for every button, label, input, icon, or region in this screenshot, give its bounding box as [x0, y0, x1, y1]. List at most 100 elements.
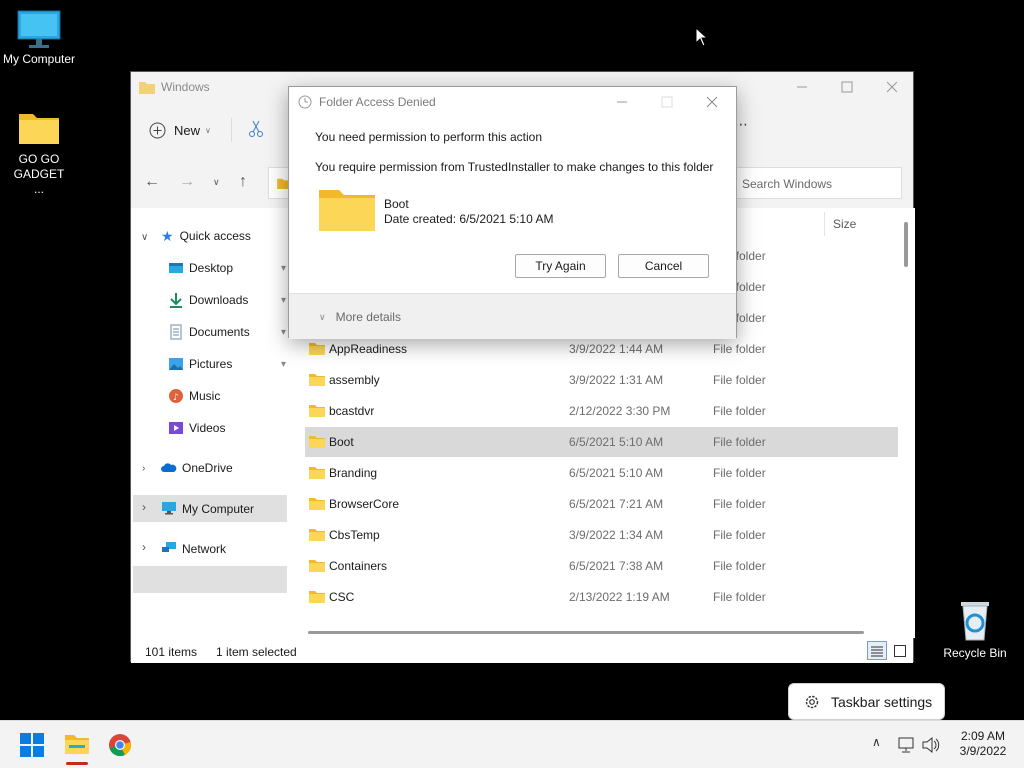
network-icon[interactable] [898, 737, 916, 753]
network-icon [162, 542, 176, 552]
system-clock[interactable]: 2:09 AM 3/9/2022 [950, 729, 1016, 759]
star-icon: ★ [161, 227, 174, 244]
table-row-selected[interactable]: Boot 6/5/2021 5:10 AM File folder [305, 427, 898, 457]
sidebar-item-pictures[interactable]: Pictures ▾ [168, 351, 286, 377]
file-name: AppReadiness [329, 342, 408, 356]
file-date: 6/5/2021 5:10 AM [569, 435, 664, 449]
table-row[interactable]: assembly 3/9/2022 1:31 AM File folder [305, 365, 898, 395]
clock-icon [298, 95, 312, 109]
sidebar-item-label: Desktop [189, 261, 234, 275]
pin-icon[interactable]: ▾ [281, 327, 286, 338]
taskbar-settings-menu-item[interactable]: Taskbar settings [788, 683, 945, 720]
table-row[interactable]: BrowserCore 6/5/2021 7:21 AM File folder [305, 489, 898, 519]
dialog-message-2: You require permission from TrustedInsta… [315, 160, 714, 174]
more-details-label: More details [335, 310, 401, 324]
more-details-toggle[interactable]: ∨ More details [319, 310, 401, 324]
chrome-icon[interactable] [108, 733, 132, 757]
sidebar-item-label: Documents [189, 325, 250, 339]
sidebar-item-label: OneDrive [182, 461, 233, 475]
table-row[interactable]: bcastdvr 2/12/2022 3:30 PM File folder [305, 396, 898, 426]
new-button[interactable]: New ∨ [149, 120, 211, 140]
details-view-icon [871, 646, 883, 657]
minimize-button[interactable] [779, 72, 825, 102]
recent-locations-icon[interactable]: ∨ [213, 172, 220, 192]
horizontal-scrollbar[interactable] [308, 631, 864, 634]
new-label: New [174, 122, 201, 138]
windows-start-icon[interactable] [20, 733, 44, 757]
folder-icon [309, 498, 325, 510]
navigation-pane: ∨ ★ Quick access Desktop ▾ Downloads ▾ D… [131, 208, 291, 638]
pin-icon[interactable]: ▾ [281, 295, 286, 306]
dialog-footer: ∨ More details [289, 293, 736, 339]
sidebar-item-videos[interactable]: Videos [168, 415, 225, 441]
dialog-title: Folder Access Denied [319, 95, 436, 109]
download-icon [170, 293, 182, 308]
volume-icon[interactable] [922, 737, 940, 753]
file-type: File folder [713, 373, 766, 387]
sidebar-item-desktop[interactable]: Desktop ▾ [168, 255, 286, 281]
chevron-right-icon[interactable]: › [142, 463, 145, 474]
details-view-button[interactable] [867, 641, 887, 660]
table-row[interactable]: Containers 6/5/2021 7:38 AM File folder [305, 551, 898, 581]
cut-icon[interactable] [248, 120, 264, 138]
file-type: File folder [713, 404, 766, 418]
sidebar-item-label: Videos [189, 421, 226, 435]
pin-icon[interactable]: ▾ [281, 263, 286, 274]
chevron-up-icon[interactable]: ∧ [872, 735, 881, 749]
column-header-size[interactable]: Size [833, 217, 856, 231]
desktop-icon-my-computer[interactable]: My Computer [0, 10, 78, 67]
item-count: 101 items [145, 645, 198, 659]
sidebar-item-downloads[interactable]: Downloads ▾ [168, 287, 286, 313]
file-name: Branding [329, 466, 378, 480]
taskbar-file-explorer[interactable] [62, 729, 92, 765]
pictures-icon [169, 358, 183, 370]
file-date: 6/5/2021 7:21 AM [569, 497, 664, 511]
folder-icon [309, 436, 325, 448]
dialog-minimize-button[interactable] [599, 87, 645, 117]
file-date: 3/9/2022 1:34 AM [569, 528, 664, 542]
cancel-button[interactable]: Cancel [618, 254, 709, 278]
sidebar-item-onedrive[interactable]: OneDrive [161, 455, 233, 481]
dialog-maximize-button[interactable] [644, 87, 690, 117]
folder-icon [19, 114, 59, 144]
back-icon[interactable]: ← [144, 172, 160, 192]
sidebar-item-label: Music [189, 389, 221, 403]
dialog-close-button[interactable] [689, 87, 735, 117]
desktop-icon [169, 263, 183, 273]
sidebar-item-documents[interactable]: Documents ▾ [168, 319, 286, 345]
chevron-down-icon[interactable]: ∨ [141, 232, 148, 243]
sidebar-item-my-computer[interactable]: › My Computer [133, 495, 287, 522]
close-button[interactable] [869, 72, 915, 102]
dialog-folder-date: Date created: 6/5/2021 5:10 AM [384, 212, 554, 226]
sidebar-item-quick-access[interactable]: ★ Quick access [161, 223, 251, 249]
maximize-icon [661, 96, 673, 108]
file-name: CSC [329, 590, 355, 604]
file-type: File folder [713, 590, 766, 604]
pin-icon[interactable]: ▾ [281, 359, 286, 370]
sidebar-item-network[interactable]: › Network [133, 535, 287, 562]
file-name: assembly [329, 373, 380, 387]
desktop-icon-label: GO GO GADGET ... [13, 152, 65, 196]
table-row[interactable]: Branding 6/5/2021 5:10 AM File folder [305, 458, 898, 488]
file-date: 2/13/2022 1:19 AM [569, 590, 670, 604]
search-input[interactable]: Search Windows [731, 167, 902, 199]
clock-time: 2:09 AM [960, 729, 1006, 743]
file-type: File folder [713, 342, 766, 356]
forward-icon[interactable]: → [179, 172, 195, 192]
dialog-title-bar[interactable]: Folder Access Denied [289, 87, 736, 117]
table-row[interactable]: CbsTemp 3/9/2022 1:34 AM File folder [305, 520, 898, 550]
desktop-icon-recycle-bin[interactable]: Recycle Bin [936, 598, 1014, 661]
large-icons-view-icon[interactable] [894, 645, 906, 657]
up-icon[interactable]: ↑ [239, 172, 247, 192]
table-row[interactable]: CSC 2/13/2022 1:19 AM File folder [305, 582, 898, 612]
documents-icon [170, 324, 182, 340]
minimize-icon [617, 101, 627, 103]
folder-icon [309, 529, 325, 541]
maximize-button[interactable] [824, 72, 870, 102]
cloud-icon [161, 463, 177, 472]
sidebar-item-music[interactable]: ♪ Music [168, 383, 220, 409]
folder-icon [309, 560, 325, 572]
try-again-button[interactable]: Try Again [515, 254, 606, 278]
vertical-scrollbar[interactable] [904, 222, 908, 267]
desktop-icon-go-go-gadget[interactable]: GO GO GADGET ... [0, 110, 78, 197]
